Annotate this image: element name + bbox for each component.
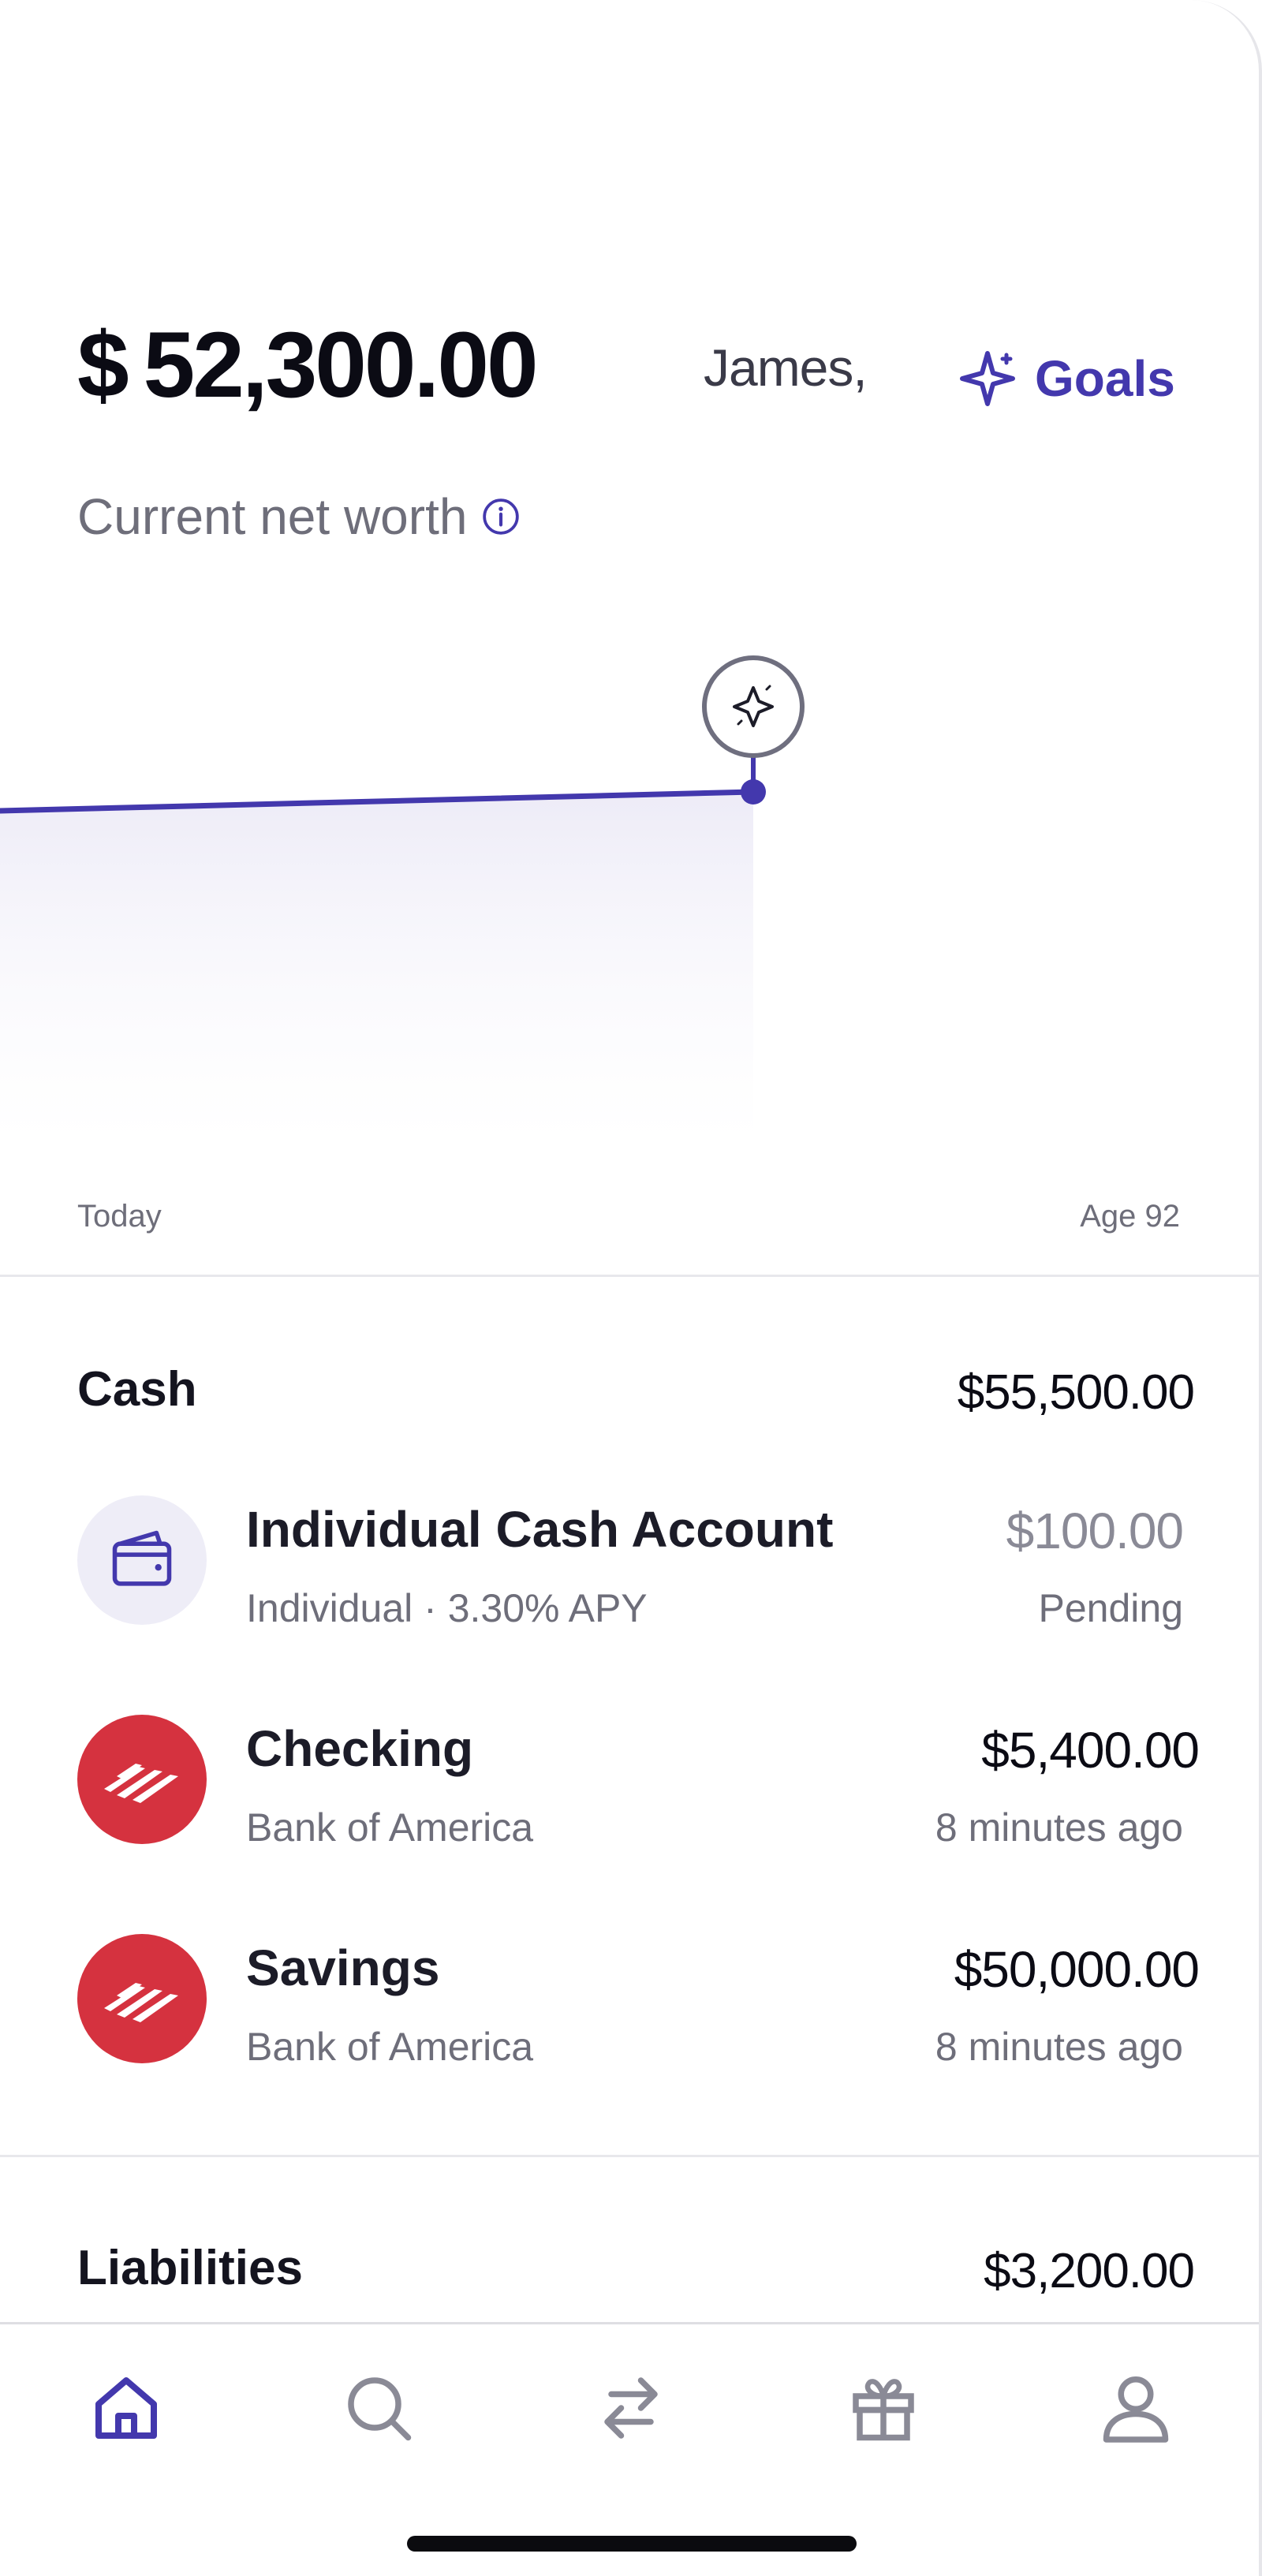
goal-marker-icon [702, 655, 805, 758]
tab-transfer[interactable] [584, 2361, 678, 2455]
account-amount: $50,000.00 [954, 1941, 1200, 1998]
sparkle-icon [960, 351, 1015, 406]
wallet-icon [77, 1495, 207, 1625]
profile-icon [1103, 2376, 1169, 2443]
user-greeting: James, [704, 338, 868, 397]
account-status: Pending [1038, 1586, 1184, 1630]
currency-symbol: $ [77, 313, 129, 417]
account-name: Checking [246, 1720, 474, 1777]
account-subtitle: Bank of America [246, 2025, 534, 2069]
info-icon[interactable] [481, 497, 521, 536]
account-row-savings[interactable]: Savings Bank of America $50,000.00 8 min… [0, 1934, 1259, 2092]
chart-start-label: Today [77, 1199, 162, 1234]
account-last-updated: 8 minutes ago [935, 2025, 1183, 2069]
chart-endpoint [741, 779, 766, 805]
net-worth-label: Current net worth [77, 487, 521, 546]
tab-rewards[interactable] [836, 2361, 931, 2455]
liabilities-section-total: $3,200.00 [984, 2244, 1195, 2298]
account-subtitle: Individual · 3.30% APY [246, 1586, 648, 1630]
account-subtitle: Bank of America [246, 1805, 534, 1850]
cash-section-title: Cash [77, 1362, 197, 1417]
tab-home[interactable] [79, 2361, 174, 2455]
net-worth-value: $ 52,300.00 [77, 312, 539, 419]
goals-button[interactable]: Goals [956, 347, 1175, 410]
chart-end-label: Age 92 [1080, 1199, 1180, 1234]
chart-area [0, 792, 753, 1144]
goals-label: Goals [1035, 350, 1175, 407]
transfer-icon [604, 2377, 658, 2439]
tab-profile[interactable] [1088, 2361, 1183, 2455]
account-name: Individual Cash Account [246, 1501, 834, 1558]
tab-search[interactable] [331, 2361, 426, 2455]
net-worth-amount: 52,300.00 [143, 313, 539, 417]
account-last-updated: 8 minutes ago [935, 1805, 1183, 1850]
account-name: Savings [246, 1939, 440, 1996]
gift-icon [853, 2379, 914, 2441]
account-amount: $100.00 [1006, 1503, 1184, 1559]
account-row-individual-cash[interactable]: Individual Cash Account Individual · 3.3… [0, 1495, 1259, 1653]
divider [0, 2155, 1259, 2157]
cash-section-total: $55,500.00 [957, 1365, 1195, 1420]
account-amount: $5,400.00 [981, 1722, 1200, 1779]
liabilities-section-title[interactable]: Liabilities [77, 2240, 303, 2296]
home-indicator[interactable] [407, 2536, 857, 2552]
bank-of-america-logo-icon [77, 1715, 207, 1844]
search-icon [348, 2377, 412, 2441]
app-screen: $ 52,300.00 James, Goals Current net wor… [0, 0, 1262, 2576]
account-row-checking[interactable]: Checking Bank of America $5,400.00 8 min… [0, 1715, 1259, 1872]
divider [0, 1275, 1259, 1277]
bank-of-america-logo-icon [77, 1934, 207, 2063]
net-worth-chart[interactable] [0, 639, 1262, 1159]
net-worth-label-text: Current net worth [77, 488, 468, 545]
home-icon [95, 2377, 157, 2439]
